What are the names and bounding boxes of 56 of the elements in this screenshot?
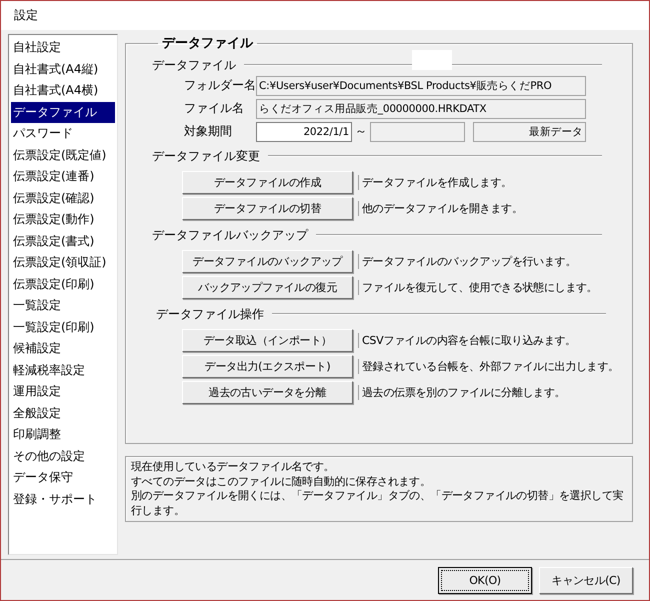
sidebar-item[interactable]: 候補設定: [11, 338, 115, 360]
sidebar-item[interactable]: 一覧設定(印刷): [11, 316, 115, 338]
sidebar-item[interactable]: 軽減税率設定: [11, 360, 115, 381]
field-label: フォルダー名: [184, 77, 256, 94]
blank-field: [412, 50, 452, 70]
sidebar-item[interactable]: 一覧設定: [11, 295, 115, 316]
action-button[interactable]: データ取込（インポート）: [182, 329, 353, 352]
section-title: データファイル変更: [152, 148, 260, 164]
sidebar-item[interactable]: 登録・サポート: [11, 488, 115, 510]
action-description: 過去の伝票を別のファイルに分離します。: [358, 385, 566, 400]
ok-button[interactable]: OK(O): [438, 566, 532, 594]
sidebar-item[interactable]: 伝票設定(領収証): [11, 252, 115, 274]
section-title: データファイル: [152, 56, 236, 74]
action-description: 登録されている台帳を、外部ファイルに出力します。: [358, 359, 619, 374]
action-button[interactable]: データファイルの作成: [182, 171, 353, 194]
action-button[interactable]: データ出力(エクスポート): [182, 355, 353, 378]
action-button[interactable]: 過去の古いデータを分離: [182, 381, 353, 404]
sidebar-item[interactable]: 自社書式(A4横): [11, 80, 115, 102]
start-date-field[interactable]: 2022/1/1: [256, 122, 352, 142]
sidebar-item[interactable]: 運用設定: [11, 381, 115, 402]
file-field: らくだオフィス用品販売_00000000.HRKDATX: [256, 98, 586, 118]
action-description: データファイルのバックアップを行います。: [358, 254, 576, 269]
section-title: データファイル操作: [156, 306, 264, 322]
action-description: ファイルを復元して、使用できる状態にします。: [358, 280, 598, 295]
sidebar-item[interactable]: 伝票設定(既定値): [11, 144, 115, 166]
cancel-button[interactable]: キャンセル(C): [539, 566, 633, 594]
sidebar-item[interactable]: 伝票設定(連番): [11, 166, 115, 188]
range-separator: ～: [355, 123, 367, 140]
action-button[interactable]: バックアップファイルの復元: [182, 276, 353, 299]
sidebar-item[interactable]: 伝票設定(動作): [11, 209, 115, 230]
action-description: CSVファイルの内容を台帳に取り込みます。: [358, 333, 576, 348]
sidebar-item[interactable]: 伝票設定(確認): [11, 188, 115, 209]
sidebar-item[interactable]: その他の設定: [11, 446, 115, 467]
info-text: すべてのデータはこのファイルに随時自動的に保存されます。: [131, 474, 432, 489]
sidebar-item[interactable]: 自社書式(A4縦): [11, 58, 115, 80]
action-description: データファイルを作成します。: [358, 175, 512, 190]
sidebar-item[interactable]: データ保守: [11, 467, 115, 488]
action-button[interactable]: データファイルの切替: [182, 197, 353, 220]
sidebar-item[interactable]: 伝票設定(印刷): [11, 274, 115, 295]
window-title: 設定: [14, 7, 38, 24]
info-text: 別のデータファイルを開くには、「データファイル」タブの、「データファイルの切替」を選択して実行します。: [131, 489, 624, 518]
action-button[interactable]: データファイルのバックアップ: [182, 250, 353, 273]
field-label: ファイル名: [184, 100, 245, 117]
field-label: 対象期間: [184, 123, 233, 140]
sidebar-item[interactable]: 伝票設定(書式): [11, 230, 115, 252]
action-description: 他のデータファイルを開きます。: [358, 201, 523, 216]
sidebar-item[interactable]: 全般設定: [11, 402, 115, 424]
sidebar-item[interactable]: 印刷調整: [11, 424, 115, 446]
panel-title: データファイル: [161, 35, 254, 52]
sidebar-item[interactable]: 自社設定: [11, 37, 115, 58]
info-text: 現在使用しているデータファイル名です。: [131, 460, 336, 474]
section-title: データファイルバックアップ: [152, 226, 308, 244]
latest-data-field: 最新データ: [473, 122, 586, 142]
sidebar-item[interactable]: パスワード: [11, 123, 115, 144]
sidebar-item[interactable]: データファイル: [11, 102, 115, 123]
folder-field: C:¥Users¥user¥Documents¥BSL Products¥販売らくだPRO: [256, 76, 586, 96]
